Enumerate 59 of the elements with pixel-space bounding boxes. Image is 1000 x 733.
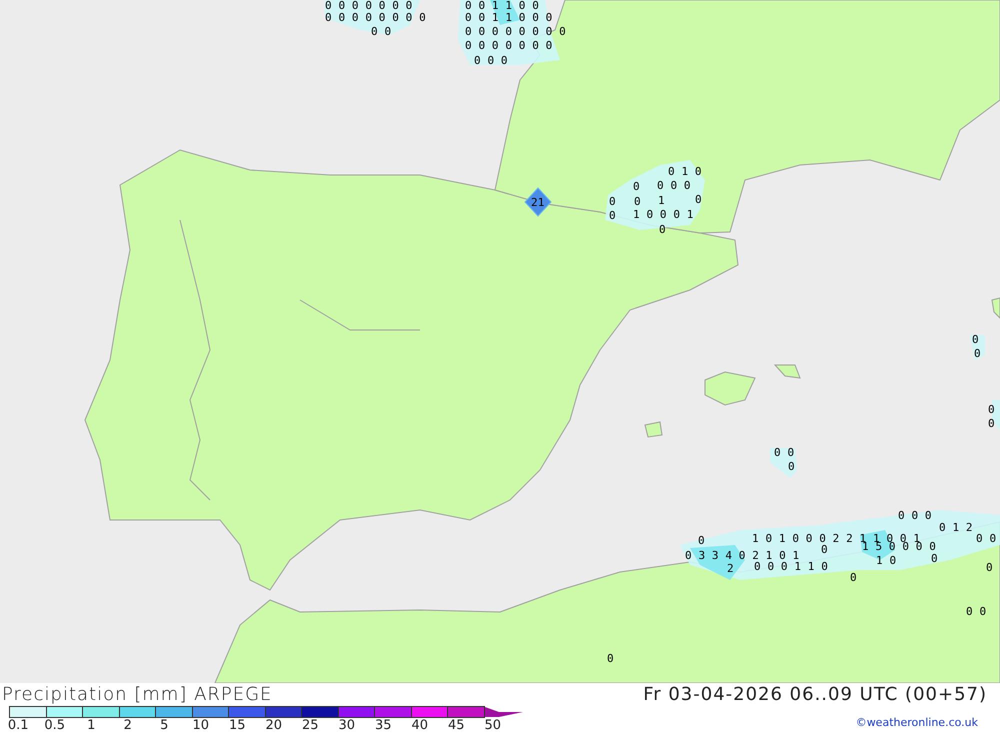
legend-label: 25	[300, 718, 320, 733]
precipitation-value: 0	[988, 418, 995, 429]
precipitation-value: 0	[607, 653, 614, 664]
precipitation-value: 0 0 1 1 0 0 0	[465, 12, 552, 23]
precipitation-value: 0	[659, 224, 666, 235]
legend-label: 40	[410, 718, 430, 733]
legend-arrow-icon	[484, 706, 524, 718]
map-title: Precipitation [mm] ARPEGE	[2, 684, 272, 705]
precipitation-value: 0 1 2	[939, 522, 973, 533]
precipitation-value: 1 0	[876, 555, 896, 566]
credit-link[interactable]: ©weatheronline.co.uk	[856, 716, 978, 729]
precipitation-value: 0	[986, 562, 993, 573]
precipitation-value: 0 0 1 1 0 0	[465, 0, 539, 11]
precipitation-value: 0	[821, 544, 828, 555]
precipitation-value: 0 0 0 0 0 0 0 0	[325, 12, 426, 23]
precipitation-value: 0 0 0 1 1 0	[754, 561, 828, 572]
legend-label: 1	[86, 718, 96, 733]
precipitation-value: 0	[698, 535, 705, 546]
precipitation-value: 0 0 0	[657, 180, 691, 191]
precipitation-value: 1 5 0 0 0 0	[862, 541, 936, 552]
precipitation-value: 0	[988, 404, 995, 415]
precipitation-value: 0	[972, 334, 979, 345]
precipitation-peak-drawing	[524, 187, 552, 217]
precipitation-value: 0 0	[976, 533, 996, 544]
precipitation-value: 0	[695, 194, 702, 205]
precipitation-value: 21	[531, 197, 544, 208]
precipitation-value: 0 0 0 0 0 0 0	[465, 40, 552, 51]
legend-label: 0.5	[43, 718, 66, 733]
precipitation-value: 1 0 0 0 1	[633, 209, 694, 220]
precipitation-value: 0 0	[371, 26, 392, 37]
legend-label: 35	[374, 718, 393, 733]
precipitation-value: 0 0 0	[474, 55, 508, 66]
precipitation-value: 2	[727, 563, 734, 574]
precipitation-value: 0 3 3 4 0 2 1 0 1	[685, 550, 800, 561]
precipitation-value: 0	[850, 572, 857, 583]
precipitation-value: 0 0 0 0 0 0 0 0	[465, 26, 566, 37]
precipitation-value: 1	[658, 195, 665, 206]
precipitation-value: 0	[788, 461, 795, 472]
forecast-time: Fr 03-04-2026 06..09 UTC (00+57)	[643, 684, 987, 705]
precipitation-value: 0 0	[774, 447, 794, 458]
legend-label: 45	[446, 718, 466, 733]
precipitation-value: 0 0 0	[898, 510, 932, 521]
precipitation-value: 0 0	[966, 606, 986, 617]
precipitation-value: 0	[609, 196, 616, 207]
legend-label: 15	[228, 718, 247, 733]
legend-label: 5	[159, 718, 170, 733]
precipitation-value: 0	[633, 181, 640, 192]
precipitation-value: 0 1 0	[668, 166, 702, 177]
precipitation-value: 0	[609, 210, 616, 221]
legend-label: 30	[337, 718, 356, 733]
precipitation-value: 0	[974, 348, 981, 359]
legend-label: 0.1	[6, 718, 30, 733]
legend-label: 10	[191, 718, 210, 733]
legend-label: 2	[122, 718, 133, 733]
legend-label: 20	[264, 718, 284, 733]
precipitation-value: 0	[634, 196, 641, 207]
precipitation-value: 0	[931, 553, 938, 564]
precipitation-value: 0 0 0 0 0 0 0	[325, 0, 412, 11]
legend-label: 50	[483, 718, 502, 733]
